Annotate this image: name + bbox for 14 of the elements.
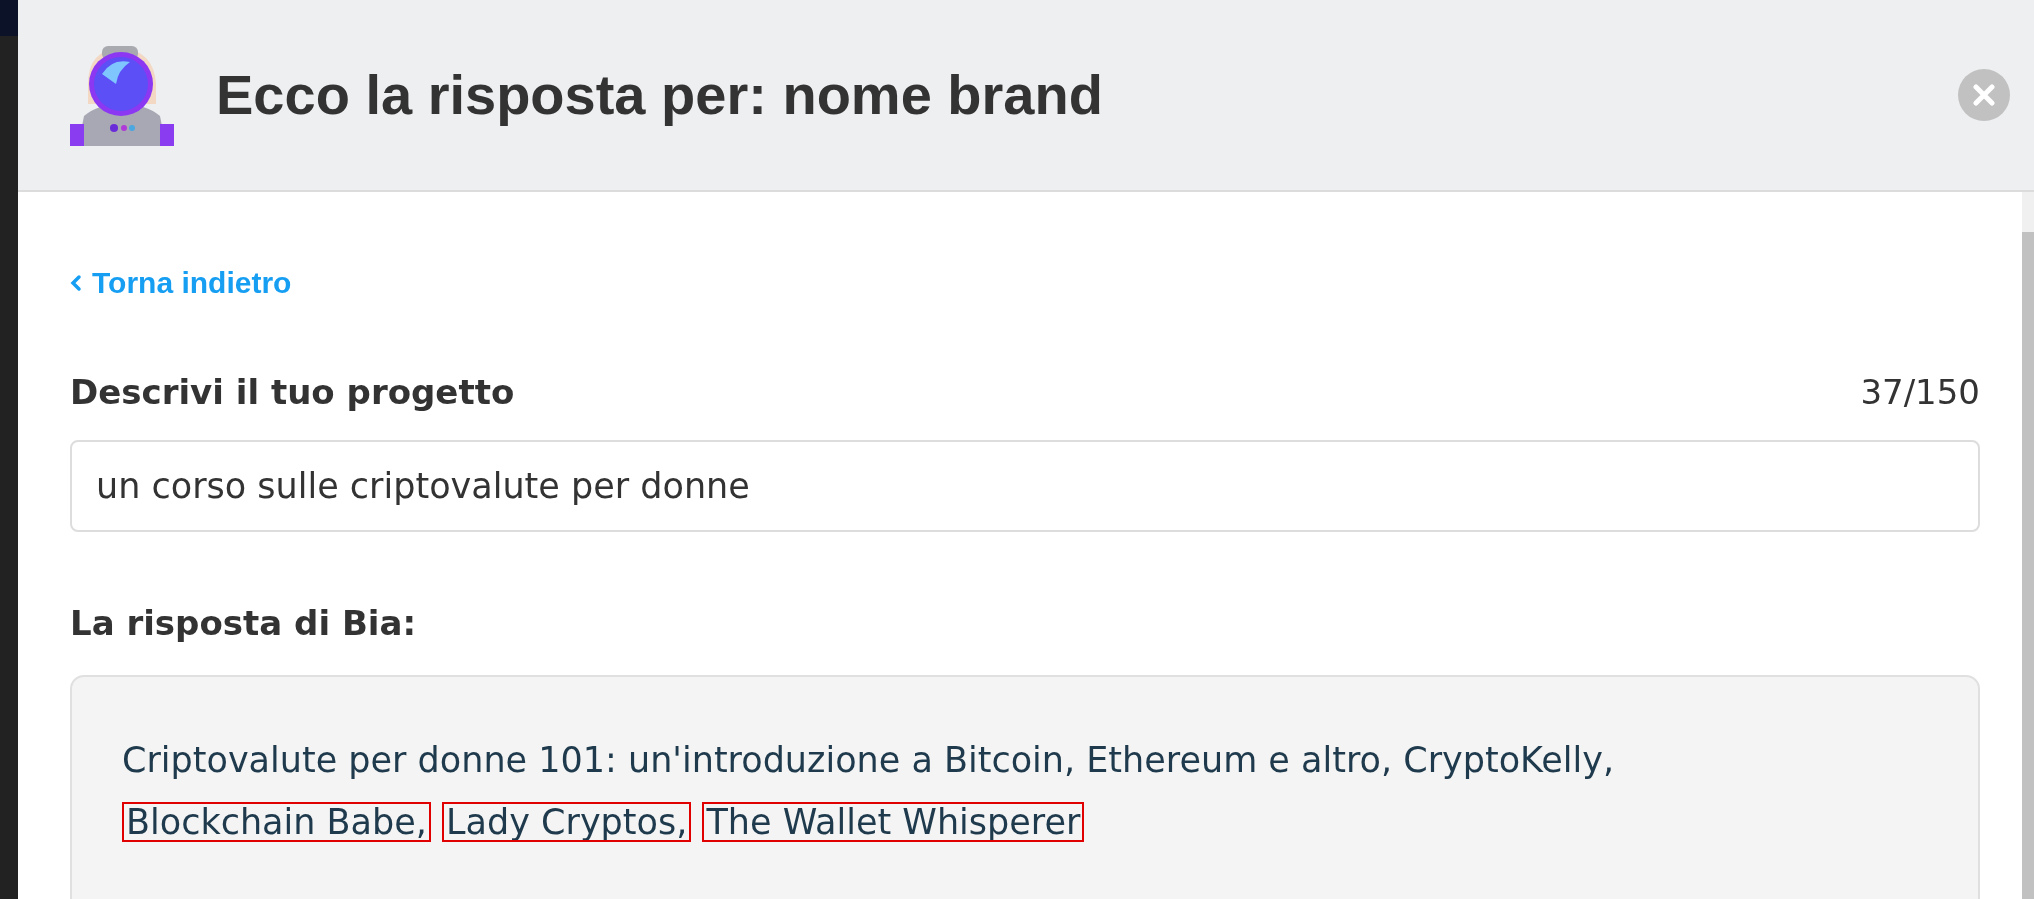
astronaut-icon — [68, 44, 174, 146]
highlighted-name: Lady Cryptos, — [442, 802, 692, 842]
highlighted-name: The Wallet Whisperer — [702, 802, 1085, 842]
answer-text: Criptovalute per donne 101: un'introduzione a Bitcoin, Ethereum e altro, CryptoKelly, — [122, 740, 1615, 780]
character-counter: 37/150 — [1860, 371, 1980, 414]
scrollbar[interactable] — [2022, 192, 2034, 899]
close-icon — [1973, 84, 1995, 106]
project-input-field[interactable]: un corso sulle criptovalute per donne — [70, 440, 1980, 532]
highlighted-name: Blockchain Babe, — [122, 802, 431, 842]
answer-label: La risposta di Bia: — [70, 602, 416, 645]
close-button[interactable] — [1958, 69, 2010, 121]
dialog-title: Ecco la risposta per: nome brand — [216, 62, 1104, 129]
chevron-left-icon — [70, 273, 82, 292]
field-label: Descrivi il tuo progetto — [70, 371, 515, 414]
